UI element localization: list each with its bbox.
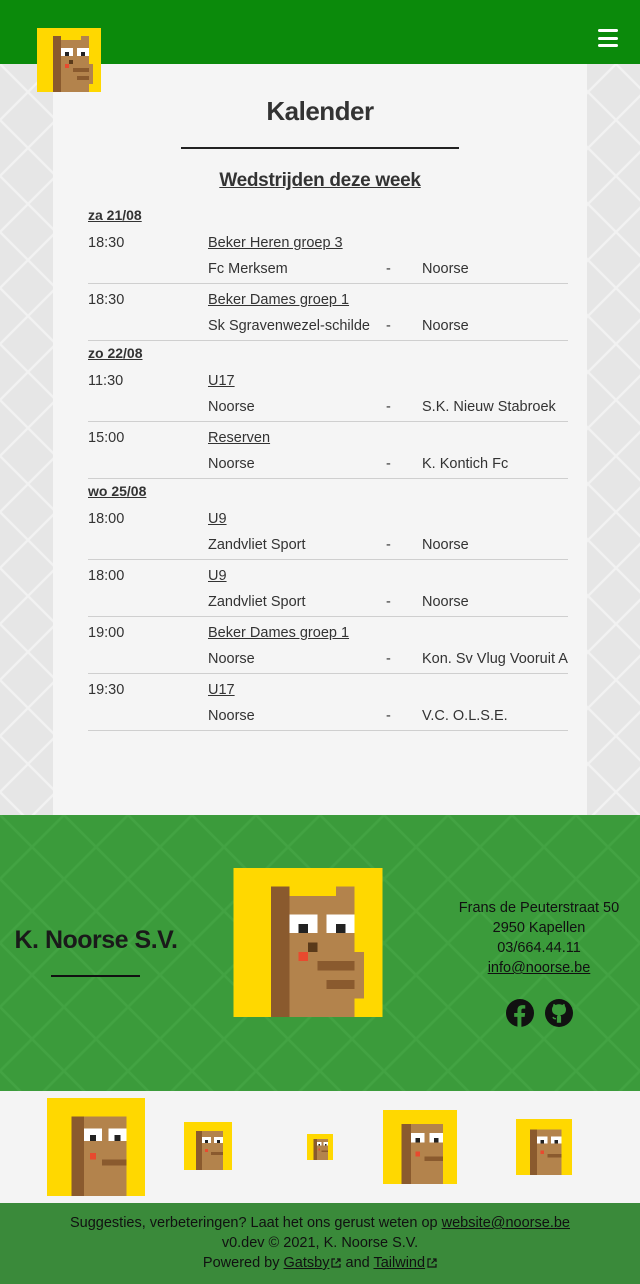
competition-link[interactable]: U17 <box>208 373 235 396</box>
address-city: 2950 Kapellen <box>492 920 586 936</box>
match-item: 18:00 U9 Zandvliet Sport - Noorse <box>88 560 568 617</box>
team-separator: - <box>386 594 391 610</box>
external-link-icon <box>331 1258 342 1268</box>
match-item: 15:00 Reserven Noorse - K. Kontich Fc <box>88 422 568 479</box>
version-text: v0.dev © 2021, K. Noorse S.V. <box>221 1235 419 1251</box>
away-team: Kon. Sv Vlug Vooruit A <box>422 651 568 667</box>
sponsor-logo[interactable] <box>184 1122 232 1170</box>
away-team: Noorse <box>422 261 469 277</box>
sponsor-logo[interactable] <box>307 1134 333 1160</box>
day-label[interactable]: za 21/08 <box>88 203 568 227</box>
match-item: 11:30 U17 Noorse - S.K. Nieuw Stabroek <box>88 365 568 422</box>
footer-address: Frans de Peuterstraat 50 2950 Kapellen 0… <box>452 898 626 978</box>
competition-link[interactable]: U17 <box>208 682 235 705</box>
external-link-icon <box>427 1258 437 1268</box>
tailwind-link[interactable]: Tailwind <box>373 1255 437 1271</box>
home-team: Noorse <box>208 456 255 472</box>
match-time: 19:30 <box>88 682 125 698</box>
facebook-icon[interactable] <box>506 999 534 1027</box>
footer-divider <box>51 975 140 977</box>
match-item: 18:00 U9 Zandvliet Sport - Noorse <box>88 503 568 560</box>
email-link[interactable]: info@noorse.be <box>488 960 591 976</box>
suggestion-email-link[interactable]: website@noorse.be <box>442 1215 570 1231</box>
team-separator: - <box>386 318 391 334</box>
team-separator: - <box>386 537 391 553</box>
competition-link[interactable]: U9 <box>208 568 227 591</box>
day-label[interactable]: wo 25/08 <box>88 479 568 503</box>
gatsby-label: Gatsby <box>283 1255 330 1271</box>
page-title: Kalender <box>266 96 374 126</box>
away-team: S.K. Nieuw Stabroek <box>422 399 556 415</box>
footer-club-logo <box>233 868 383 1017</box>
and-text: and <box>345 1255 370 1271</box>
competition-link[interactable]: Reserven <box>208 430 270 453</box>
club-logo[interactable] <box>37 28 101 92</box>
competition-link[interactable]: Beker Dames groep 1 <box>208 625 349 648</box>
home-team: Noorse <box>208 399 255 415</box>
match-list: za 21/08 18:30 Beker Heren groep 3 Fc Me… <box>88 203 568 731</box>
suggestion-text: Suggesties, verbeteringen? Laat het ons … <box>69 1215 438 1231</box>
competition-link[interactable]: U9 <box>208 511 227 534</box>
phone-number: 03/664.44.11 <box>497 940 581 956</box>
match-time: 18:30 <box>88 292 125 308</box>
away-team: V.C. O.L.S.E. <box>422 708 508 724</box>
sponsor-logo[interactable] <box>383 1110 457 1184</box>
title-divider <box>181 147 459 149</box>
home-team: Noorse <box>208 708 255 724</box>
sponsor-logo[interactable] <box>516 1119 572 1175</box>
home-team: Fc Merksem <box>208 261 288 277</box>
footer-club-name: K. Noorse S.V. <box>14 926 178 954</box>
match-item: 19:30 U17 Noorse - V.C. O.L.S.E. <box>88 674 568 731</box>
team-separator: - <box>386 261 391 277</box>
day-label[interactable]: zo 22/08 <box>88 341 568 365</box>
team-separator: - <box>386 651 391 667</box>
away-team: Noorse <box>422 594 469 610</box>
address-street: Frans de Peuterstraat 50 <box>458 900 620 916</box>
away-team: Noorse <box>422 318 469 334</box>
match-time: 18:00 <box>88 511 125 527</box>
github-icon[interactable] <box>545 999 573 1027</box>
gatsby-link[interactable]: Gatsby <box>284 1255 342 1271</box>
home-team: Zandvliet Sport <box>208 537 306 553</box>
home-team: Noorse <box>208 651 255 667</box>
match-time: 18:00 <box>88 568 125 584</box>
match-time: 19:00 <box>88 625 125 641</box>
hamburger-menu-icon[interactable] <box>598 29 618 47</box>
match-item: 19:00 Beker Dames groep 1 Noorse - Kon. … <box>88 617 568 674</box>
home-team: Zandvliet Sport <box>208 594 306 610</box>
competition-link[interactable]: Beker Dames groep 1 <box>208 292 349 315</box>
match-time: 11:30 <box>88 373 124 389</box>
match-time: 15:00 <box>88 430 125 446</box>
away-team: Noorse <box>422 537 469 553</box>
away-team: K. Kontich Fc <box>422 456 509 472</box>
bottom-bar: Suggesties, verbeteringen? Laat het ons … <box>0 1203 640 1284</box>
team-separator: - <box>386 399 391 415</box>
match-item: 18:30 Beker Heren groep 3 Fc Merksem - N… <box>88 227 568 284</box>
match-time: 18:30 <box>88 235 125 251</box>
team-separator: - <box>386 456 391 472</box>
sponsor-logo[interactable] <box>47 1098 145 1196</box>
match-item: 18:30 Beker Dames groep 1 Sk Sgravenweze… <box>88 284 568 341</box>
powered-by-text: Powered by <box>202 1255 280 1271</box>
section-title[interactable]: Wedstrijden deze week <box>0 170 640 192</box>
home-team: Sk Sgravenwezel-schilde <box>208 318 370 334</box>
team-separator: - <box>386 708 391 724</box>
competition-link[interactable]: Beker Heren groep 3 <box>208 235 343 258</box>
tailwind-label: Tailwind <box>373 1255 426 1271</box>
